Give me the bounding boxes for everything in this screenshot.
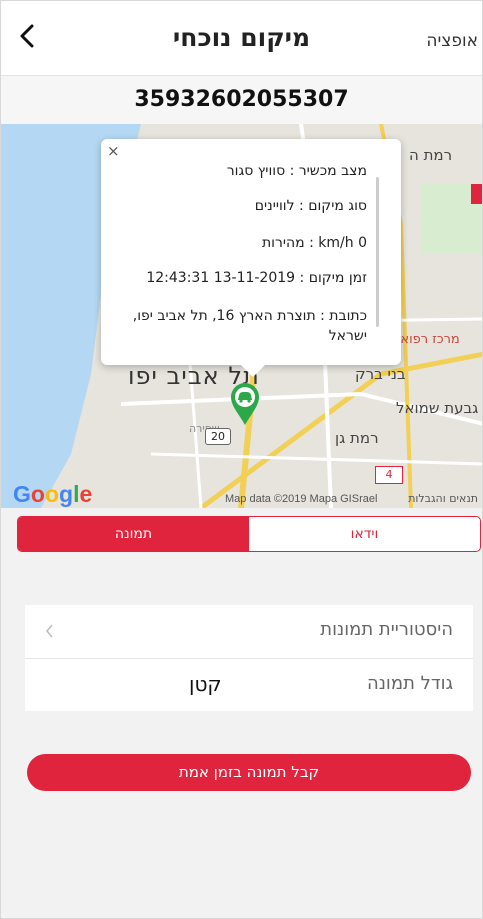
location-type: סוג מיקום : לוויינים (254, 198, 367, 214)
device-id: 35932602055307 (1, 76, 482, 125)
photo-history-label: היסטוריית תמונות (320, 619, 453, 640)
location-info-popup: × מצב מכשיר : סוויץ סגור סוג מיקום : לוו… (101, 139, 401, 377)
popup-scrollbar[interactable] (376, 177, 379, 327)
speed: km/h 0 : מהירות (261, 235, 367, 251)
car-location-marker-icon[interactable] (230, 382, 260, 426)
address: כתובת : תוצרת הארץ 16, תל אביב יפו, ישרא… (132, 308, 367, 344)
map-label: בני ברק (355, 365, 406, 383)
map-view[interactable]: רמת ה מרכז רפואי ר תל אביב יפו בני ברק ג… (1, 124, 482, 508)
photo-size-row[interactable]: קטן גודל תמונה (25, 658, 473, 711)
road-sign-20: 20 (205, 428, 231, 445)
get-realtime-photo-button[interactable]: קבל תמונה בזמן אמת (27, 754, 471, 791)
chevron-left-icon (46, 624, 53, 638)
tab-video[interactable]: וידאו (249, 517, 480, 551)
photo-size-value: קטן (189, 672, 222, 696)
page-title: מיקום נוכחי (172, 23, 311, 52)
terms-link[interactable]: תנאים והגבלות (408, 492, 478, 505)
device-status: מצב מכשיר : סוויץ סגור (226, 163, 367, 179)
media-type-tabs: תמונה וידאו (17, 516, 481, 552)
google-logo: Google (13, 481, 93, 507)
map-label: רמת ה (409, 146, 453, 164)
map-label: רמת גן (335, 429, 379, 447)
road-sign-4: 4 (375, 466, 403, 484)
tab-photo[interactable]: תמונה (18, 517, 249, 551)
photo-size-label: גודל תמונה (366, 673, 453, 694)
map-data-attribution: Map data ©2019 Mapa GISrael (225, 493, 378, 505)
app-header: מיקום נוכחי אופציה (1, 1, 482, 76)
screen: מיקום נוכחי אופציה 35932602055307 רמת ה … (0, 0, 483, 919)
photo-settings-list: היסטוריית תמונות קטן גודל תמונה (25, 605, 473, 711)
location-time: זמן מיקום : 13-11-2019 12:43:31 (146, 270, 367, 286)
map-label: גבעת שמואל (396, 399, 479, 417)
photo-history-row[interactable]: היסטוריית תמונות (25, 605, 473, 657)
close-icon[interactable]: × (107, 142, 120, 160)
options-button[interactable]: אופציה (426, 31, 478, 51)
